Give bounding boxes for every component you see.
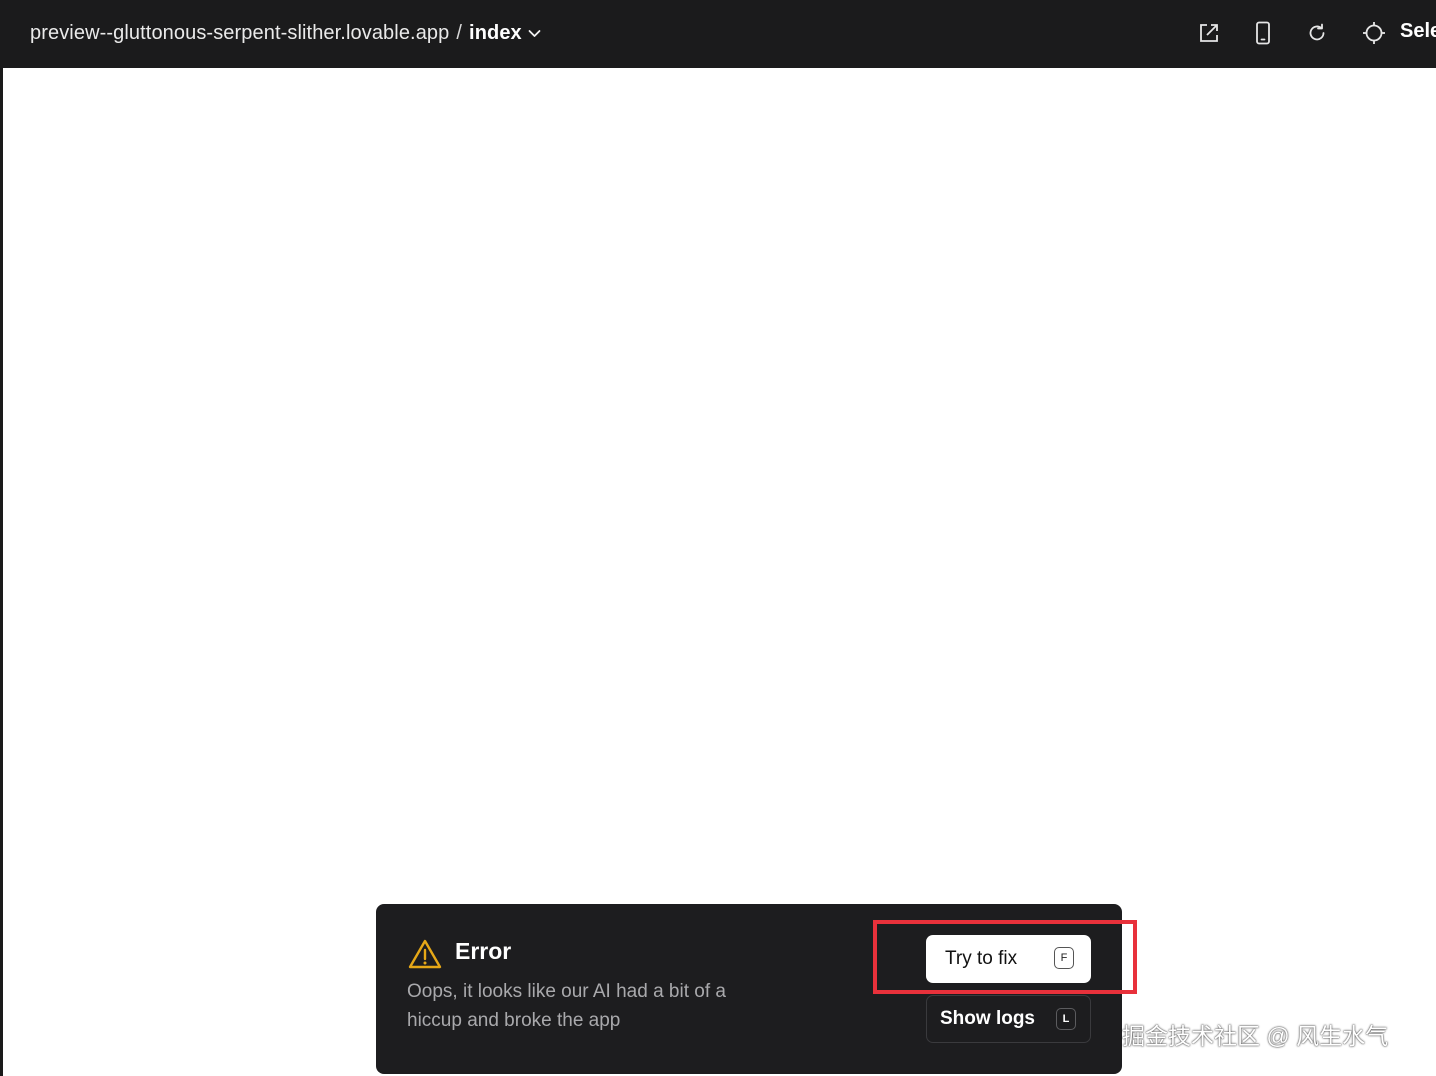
error-panel: Error Oops, it looks like our AI had a b…	[376, 904, 1122, 1074]
shortcut-key-badge: L	[1056, 1008, 1076, 1030]
page-selector[interactable]: index	[469, 22, 522, 45]
watermark: 掘金技术社区 @ 风生水气	[1122, 1023, 1389, 1049]
breadcrumb-separator: /	[456, 21, 463, 44]
preview-topbar: preview--gluttonous-serpent-slither.lova…	[0, 0, 1436, 68]
select-button[interactable]: Sele	[1400, 20, 1436, 43]
try-to-fix-button[interactable]: Try to fix F	[926, 935, 1091, 983]
error-message: Oops, it looks like our AI had a bit of …	[407, 981, 726, 1031]
mobile-device-icon[interactable]	[1250, 20, 1276, 46]
shortcut-key-badge: F	[1054, 947, 1074, 969]
error-title: Error	[455, 938, 512, 964]
chevron-down-icon[interactable]	[528, 29, 541, 38]
try-to-fix-label: Try to fix	[945, 948, 1018, 969]
preview-host: preview--gluttonous-serpent-slither.lova…	[30, 21, 450, 44]
warning-triangle-icon	[408, 938, 442, 970]
show-logs-button[interactable]: Show logs L	[926, 995, 1091, 1043]
open-external-icon[interactable]	[1196, 20, 1222, 46]
refresh-icon[interactable]	[1304, 20, 1330, 46]
show-logs-label: Show logs	[940, 1008, 1035, 1029]
breadcrumb[interactable]: preview--gluttonous-serpent-slither.lova…	[30, 19, 541, 47]
crosshair-icon[interactable]	[1361, 20, 1387, 46]
